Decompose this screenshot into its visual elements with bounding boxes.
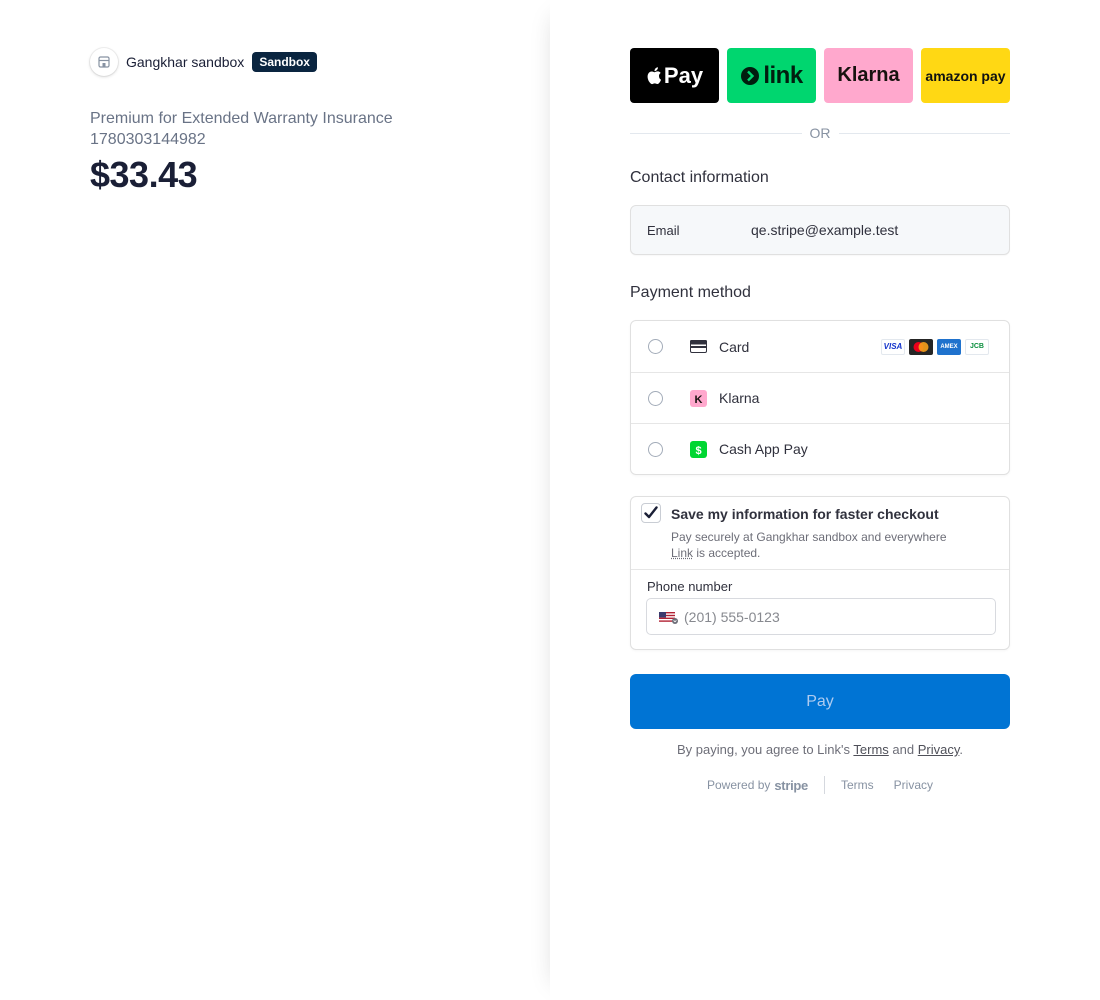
sandbox-badge: Sandbox: [252, 52, 317, 72]
merchant-name: Gangkhar sandbox: [126, 54, 245, 70]
total-amount: $33.43: [90, 154, 198, 195]
phone-field[interactable]: (201) 555-0123: [646, 598, 996, 635]
svg-text:$: $: [695, 445, 701, 457]
store-icon: [90, 48, 118, 76]
footer: Powered by stripe Terms Privacy: [630, 776, 1010, 794]
email-field[interactable]: Email qe.stripe@example.test: [630, 205, 1010, 255]
us-flag-icon[interactable]: [659, 610, 679, 624]
divider-line: [630, 132, 802, 134]
payment-option-cash-app[interactable]: $ Cash App Pay: [631, 423, 1009, 474]
payment-option-label: Card: [719, 338, 750, 355]
footer-privacy-link[interactable]: Privacy: [894, 778, 933, 792]
agree-text: By paying, you agree to Link's: [676, 742, 854, 757]
payment-option-card[interactable]: Card VISA AMEX JCB: [631, 321, 1009, 372]
jcb-icon: JCB: [965, 338, 989, 355]
payment-option-label: Klarna: [719, 390, 760, 406]
apple-pay-label: Pay: [663, 62, 704, 88]
save-desc-suffix: is accepted.: [693, 546, 761, 560]
save-desc-text: Pay securely at Gangkhar sandbox and eve…: [671, 530, 947, 544]
amex-icon: AMEX: [937, 338, 961, 355]
contact-title: Contact information: [630, 169, 769, 186]
save-info-description: Pay securely at Gangkhar sandbox and eve…: [671, 529, 991, 561]
radio-button[interactable]: [648, 441, 663, 457]
phone-placeholder[interactable]: (201) 555-0123: [684, 609, 780, 625]
or-text: OR: [809, 125, 831, 141]
payment-method-title: Payment method: [630, 284, 751, 301]
link-arrow-icon: [741, 66, 760, 85]
payment-panel: Pay link Klarna amazon pay OR Contact in…: [550, 0, 1100, 1000]
apple-icon: [647, 67, 661, 85]
checkmark-icon: [644, 506, 658, 519]
email-label: Email: [647, 222, 680, 238]
payment-option-label: Cash App Pay: [719, 441, 808, 457]
agree-suffix: .: [959, 742, 963, 757]
phone-label: Phone number: [647, 579, 733, 594]
credit-card-icon: [690, 338, 707, 355]
pay-button[interactable]: Pay: [630, 674, 1010, 729]
payment-option-klarna[interactable]: K Klarna: [631, 372, 1009, 423]
link-save-section: Save my information for faster checkout …: [630, 496, 1010, 650]
terms-link[interactable]: Terms: [853, 742, 888, 757]
radio-button[interactable]: [648, 339, 663, 354]
amazon-pay-button[interactable]: amazon pay: [921, 48, 1010, 103]
divider-line: [838, 132, 1010, 134]
link-label: link: [763, 61, 803, 89]
klarna-icon: K: [690, 389, 707, 407]
email-value[interactable]: qe.stripe@example.test: [751, 222, 898, 238]
apple-pay-button[interactable]: Pay: [630, 48, 719, 103]
powered-by-text: Powered by: [707, 778, 771, 792]
powered-by-stripe[interactable]: Powered by stripe: [707, 778, 808, 793]
link-info-link[interactable]: Link: [671, 546, 693, 560]
footer-divider: [823, 776, 825, 794]
footer-terms-link[interactable]: Terms: [841, 778, 874, 792]
link-button[interactable]: link: [727, 48, 816, 103]
merchant-header: Gangkhar sandbox Sandbox: [90, 48, 317, 76]
cash-app-icon: $: [690, 440, 707, 458]
mastercard-icon: [909, 338, 933, 355]
svg-text:K: K: [695, 394, 703, 406]
pay-button-label: Pay: [806, 692, 834, 710]
amazon-pay-label: amazon pay: [925, 67, 1006, 84]
card-brands: VISA AMEX JCB: [881, 338, 989, 355]
save-info-checkbox[interactable]: [641, 503, 661, 523]
payment-method-list: Card VISA AMEX JCB K Klarna $ Cash App P…: [630, 320, 1010, 475]
link-terms-notice: By paying, you agree to Link's Terms and…: [630, 742, 1010, 757]
klarna-button[interactable]: Klarna: [824, 48, 913, 103]
klarna-label: Klarna: [837, 64, 900, 86]
divider: [631, 569, 1009, 570]
stripe-logo: stripe: [774, 777, 808, 793]
privacy-link[interactable]: Privacy: [918, 742, 960, 757]
agree-and: and: [888, 742, 918, 757]
or-divider: OR: [630, 125, 1010, 141]
express-checkout: Pay link Klarna amazon pay: [630, 48, 1010, 103]
product-name: Premium for Extended Warranty Insurance …: [90, 110, 393, 148]
order-summary-panel: Gangkhar sandbox Sandbox Premium for Ext…: [0, 0, 550, 1000]
radio-button[interactable]: [648, 390, 663, 406]
save-info-title: Save my information for faster checkout: [671, 506, 939, 522]
visa-icon: VISA: [881, 338, 905, 355]
